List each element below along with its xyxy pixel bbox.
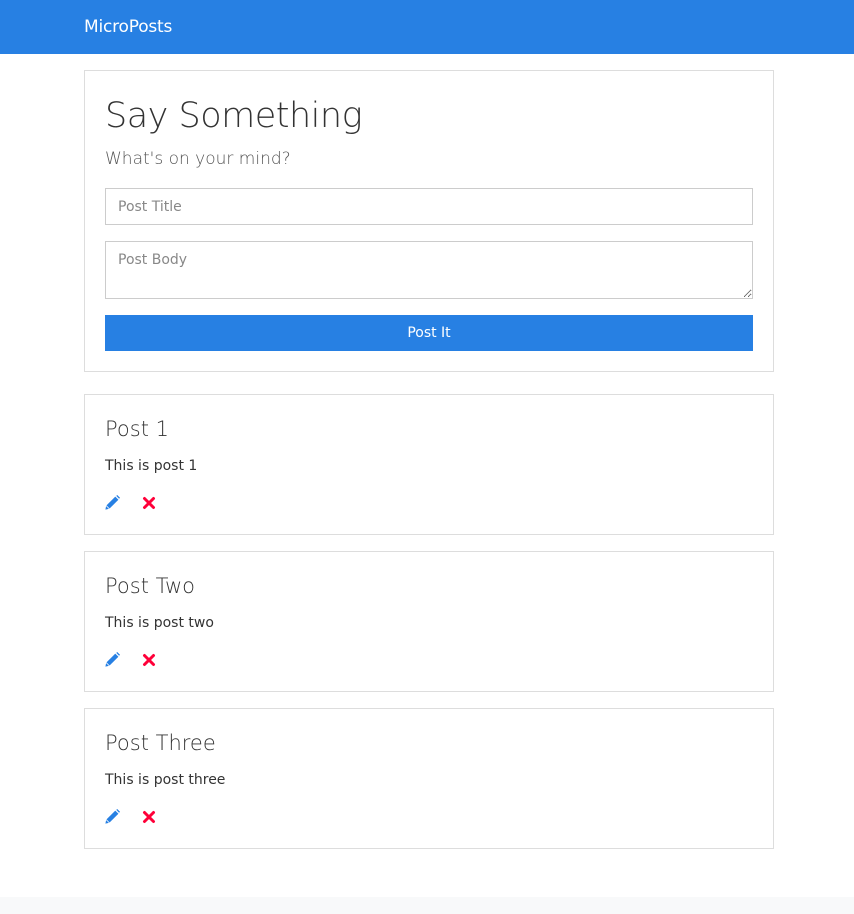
post-title-input[interactable] xyxy=(105,188,753,225)
form-heading: Say Something xyxy=(105,96,363,136)
edit-post-button[interactable] xyxy=(104,495,120,511)
post-body: This is post 1 xyxy=(105,458,198,474)
post-body: This is post three xyxy=(105,772,226,788)
post-card: Post Two This is post two xyxy=(84,551,774,692)
delete-post-button[interactable] xyxy=(141,809,157,825)
footer-strip xyxy=(0,897,854,914)
edit-post-button[interactable] xyxy=(104,652,120,668)
post-it-button[interactable]: Post It xyxy=(105,315,753,351)
navbar: MicroPosts xyxy=(0,0,854,54)
post-title: Post 1 xyxy=(105,417,169,441)
form-lead: What's on your mind? xyxy=(105,149,291,169)
delete-post-button[interactable] xyxy=(141,652,157,668)
post-body-input[interactable] xyxy=(105,241,753,299)
post-form-card: Say Something What's on your mind? Post … xyxy=(84,70,774,372)
brand-link[interactable]: MicroPosts xyxy=(84,16,172,38)
close-icon xyxy=(143,811,155,823)
post-card: Post 1 This is post 1 xyxy=(84,394,774,535)
close-icon xyxy=(143,654,155,666)
post-card: Post Three This is post three xyxy=(84,708,774,849)
delete-post-button[interactable] xyxy=(141,495,157,511)
pencil-icon xyxy=(105,495,120,510)
post-body: This is post two xyxy=(105,615,214,631)
pencil-icon xyxy=(105,652,120,667)
pencil-icon xyxy=(105,809,120,824)
post-title: Post Two xyxy=(105,574,195,598)
post-title: Post Three xyxy=(105,731,216,755)
close-icon xyxy=(143,497,155,509)
edit-post-button[interactable] xyxy=(104,809,120,825)
